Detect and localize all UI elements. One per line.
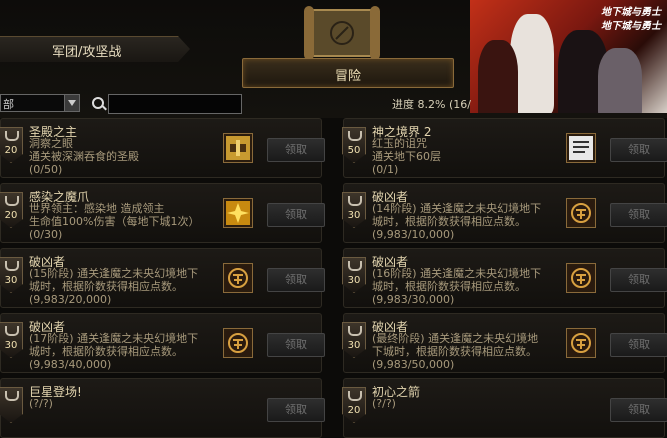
category-dropdown[interactable]: 部 [0,94,80,112]
achievement-description: (14阶段) 通关逢魔之未央幻境地下 城时，根据阶数获得相应点数。 (9,983… [372,202,542,241]
claim-button[interactable]: 领取 [610,398,667,422]
game-logo: 地下城与勇士 地下城与勇士 [601,7,661,32]
achievement-card: 20 圣殿之主 洞察之眼 通关被深渊吞食的圣殿 (0/50) 领取 [0,118,325,178]
claim-button[interactable]: 领取 [267,398,325,422]
claim-button[interactable]: 领取 [267,268,325,292]
achievement-card: 巨星登场! (?/?) 领取 [0,378,325,438]
emblem-icon [566,328,596,358]
emblem-icon [223,263,253,293]
claim-button[interactable]: 领取 [267,203,325,227]
achievement-description: 世界领主：感染地 造成领主 生命值100%伤害（每地下城1次） (0/30) [29,202,200,241]
achievement-card: 20 初心之箭 (?/?) 领取 [342,378,667,438]
progress-text: 进度 8.2% (16/ [392,98,471,111]
achievement-card: 20 感染之魔爪 世界领主：感染地 造成领主 生命值100%伤害（每地下城1次） (… [0,183,325,243]
claim-button[interactable]: 领取 [267,138,325,162]
claim-button[interactable]: 领取 [610,268,667,292]
emblem-icon [566,198,596,228]
emblem-icon [566,263,596,293]
search-icon [92,97,104,109]
trophy-icon: 30 [342,192,366,228]
trophy-icon: 20 [0,192,23,228]
character-figure [478,40,518,113]
achievement-card: 30 破凶者 (14阶段) 通关逢魔之未央幻境地下 城时，根据阶数获得相应点数。 (… [342,183,667,243]
achievement-points: 30 [347,340,361,351]
search-input[interactable] [108,94,242,114]
achievement-description: (最终阶段) 通关逢魔之未央幻境地 下城时，根据阶数获得相应点数。 (9,983… [372,332,539,371]
achievement-points: 30 [4,275,18,286]
starburst-icon [223,198,253,228]
category-dropdown-value: 部 [3,98,14,111]
achievement-points: 30 [347,275,361,286]
tab-legion-siege[interactable]: 军团/攻坚战 [0,36,190,62]
scroll-icon [304,6,380,60]
achievement-description: (15阶段) 通关逢魔之未央幻境地下 城时，根据阶数获得相应点数。 (9,983… [29,267,199,306]
trophy-icon: 30 [342,322,366,358]
achievement-card: 30 破凶者 (17阶段) 通关逢魔之未央幻境地下 城时，根据阶数获得相应点数。 (… [0,313,325,373]
achievement-card: 30 破凶者 (16阶段) 通关逢魔之未央幻境地下 城时，根据阶数获得相应点数。 (… [342,248,667,308]
achievement-card: 30 破凶者 (最终阶段) 通关逢魔之未央幻境地 下城时，根据阶数获得相应点数。 (… [342,313,667,373]
achievement-description: 红玉的诅咒 通关地下60层 (0/1) [372,137,441,176]
achievement-points: 50 [347,145,361,156]
achievement-description: (17阶段) 通关逢魔之未央幻境地下 城时，根据阶数获得相应点数。 (9,983… [29,332,199,371]
tab-adventure-label: 冒险 [334,69,361,84]
achievement-points: 20 [4,145,18,156]
achievement-description: (?/?) [29,397,53,410]
promo-banner[interactable]: 地下城与勇士 地下城与勇士 [470,0,667,113]
claim-button[interactable]: 领取 [610,138,667,162]
emblem-icon [223,328,253,358]
trophy-icon: 20 [0,127,23,163]
claim-button[interactable]: 领取 [610,203,667,227]
achievement-description: (16阶段) 通关逢魔之未央幻境地下 城时，根据阶数获得相应点数。 (9,983… [372,267,542,306]
achievement-card: 50 神之境界 2 红玉的诅咒 通关地下60层 (0/1) 领取 [342,118,667,178]
achievement-description: 洞察之眼 通关被深渊吞食的圣殿 (0/50) [29,137,139,176]
achievement-description: (?/?) [372,397,396,410]
achievement-points: 30 [347,210,361,221]
tab-legion-siege-label: 军团/攻坚战 [52,45,122,60]
character-figure [598,48,642,113]
tab-adventure[interactable]: 冒险 [242,58,454,88]
achievement-points: 20 [4,210,18,221]
trophy-icon: 30 [0,257,23,293]
scroll-document-icon [566,133,596,163]
sanctum-icon [223,133,253,163]
claim-button[interactable]: 领取 [610,333,667,357]
trophy-icon: 50 [342,127,366,163]
trophy-icon: 30 [342,257,366,293]
claim-button[interactable]: 领取 [267,333,325,357]
achievement-card: 30 破凶者 (15阶段) 通关逢魔之未央幻境地下 城时，根据阶数获得相应点数。 (… [0,248,325,308]
achievement-points: 20 [347,405,361,416]
trophy-icon: 30 [0,322,23,358]
chevron-down-icon[interactable] [64,95,79,111]
achievement-points: 30 [4,340,18,351]
